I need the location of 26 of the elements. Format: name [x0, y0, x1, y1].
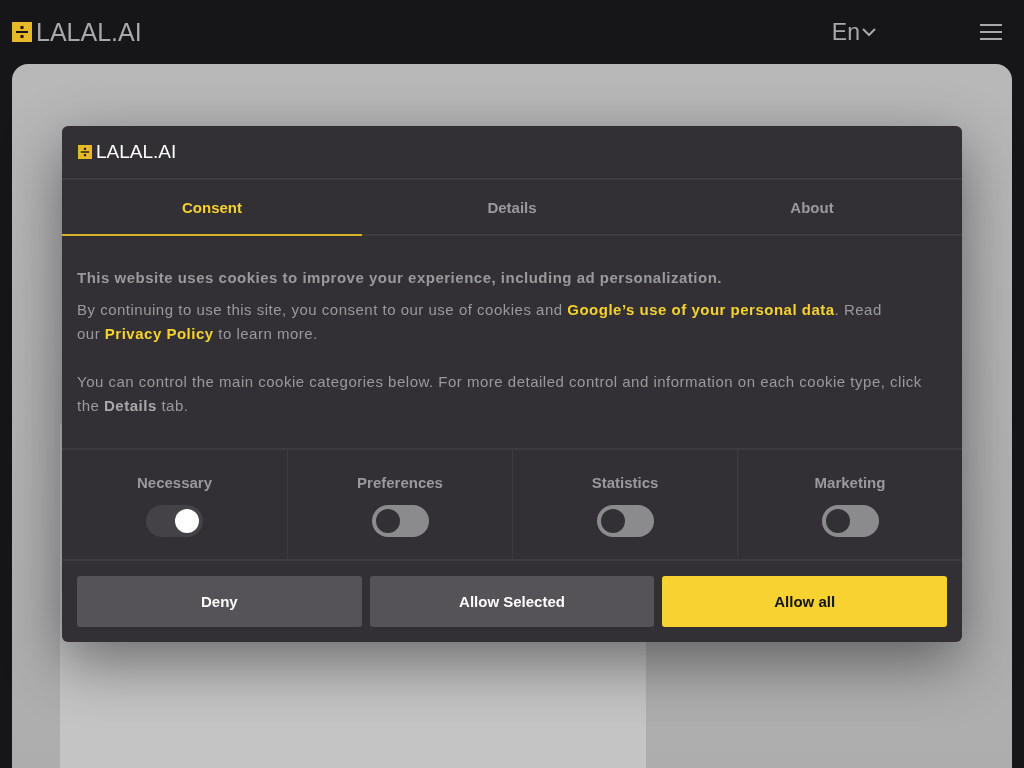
category-label: Preferences: [357, 474, 443, 491]
menu-icon[interactable]: [980, 23, 1002, 41]
dialog-button[interactable]: Deny: [77, 576, 362, 627]
toggle-switch[interactable]: [821, 505, 879, 537]
tab[interactable]: Consent: [62, 180, 362, 236]
link[interactable]: Google’s use of your personal data: [567, 301, 835, 318]
intro-text: This website uses cookies to improve your experience, including ad personalization.: [77, 268, 723, 288]
category-label: Necessary: [136, 474, 213, 491]
logo-icon: [78, 145, 92, 159]
logo-icon: [12, 22, 32, 42]
consent-paragraph: By continuing to use this site, you consent to our use of cookies and Google’s use of your personal data. Read our Privacy Policy to learn more.: [77, 300, 883, 344]
logo-text[interactable]: LALAL.AI: [36, 17, 142, 47]
details-paragraph: You can control the main cookie categories below. For more detailed control and information on each cookie type, click the Details tab.: [77, 372, 923, 416]
tab[interactable]: Details: [362, 180, 662, 236]
allow-all-button[interactable]: Allow all: [662, 576, 947, 627]
category-label: Statistics: [591, 474, 659, 491]
chevron-down-icon: [862, 27, 876, 37]
dialog-button[interactable]: Allow Selected: [369, 576, 655, 627]
language-selector[interactable]: En: [831, 18, 876, 46]
logo-text: LALAL.AI: [96, 141, 177, 163]
tab[interactable]: About: [662, 180, 962, 236]
toggle-switch[interactable]: [596, 505, 654, 537]
toggle-switch[interactable]: [146, 505, 203, 537]
toggle-switch[interactable]: [371, 505, 429, 537]
category-label: Marketing: [814, 474, 886, 491]
link[interactable]: Privacy Policy: [104, 325, 214, 342]
